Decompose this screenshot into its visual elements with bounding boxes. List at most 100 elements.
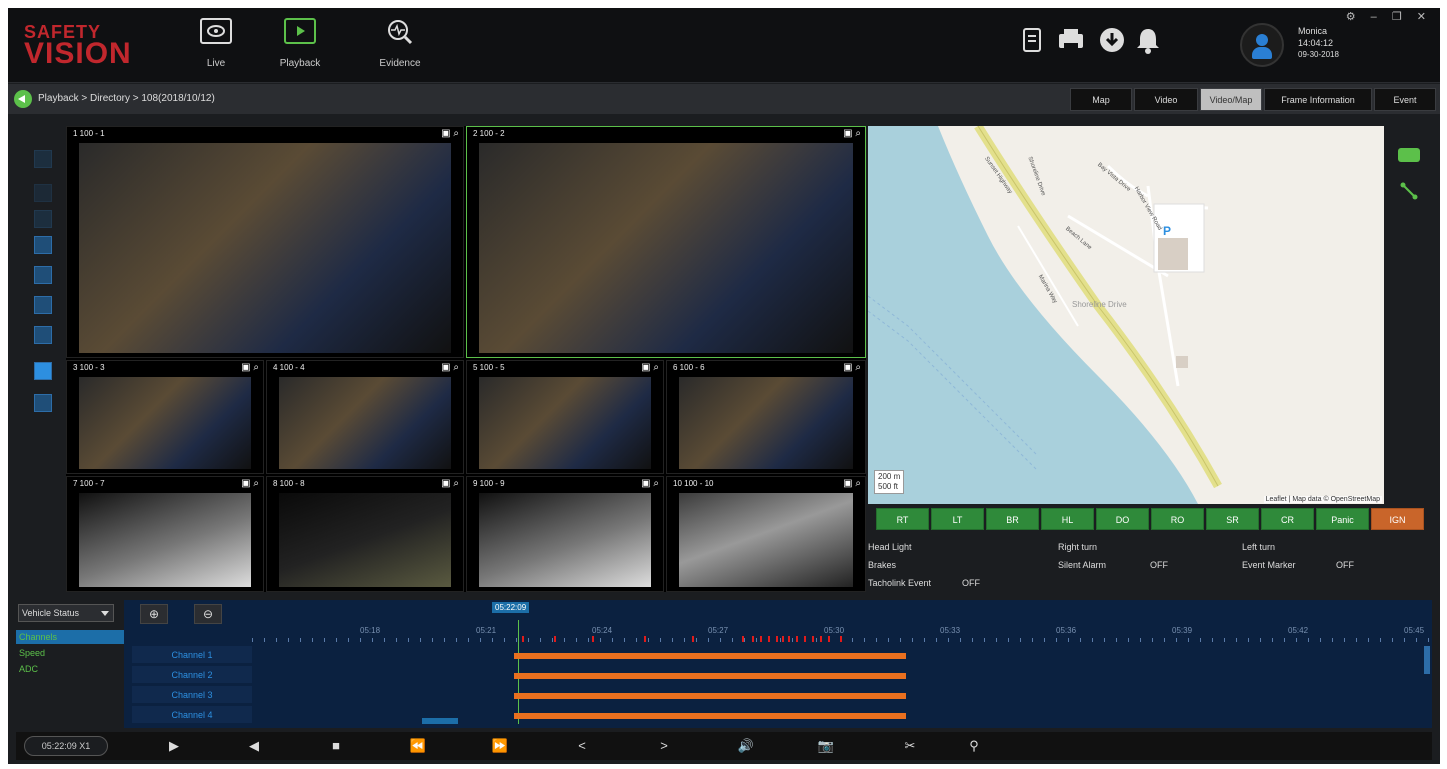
printer-icon[interactable] xyxy=(1056,26,1083,56)
timeline-item-speed[interactable]: Speed xyxy=(16,646,124,660)
layout-2-icon[interactable] xyxy=(34,210,52,228)
event-marker[interactable] xyxy=(752,636,754,642)
event-marker[interactable] xyxy=(768,636,770,642)
camera-tools-icon[interactable]: ▣ ⌕ xyxy=(843,362,861,373)
status-button-ro[interactable]: RO xyxy=(1151,508,1204,530)
camera-tile-10[interactable]: 10 100 - 10 ▣ ⌕ xyxy=(666,476,866,592)
event-marker[interactable] xyxy=(828,636,830,642)
event-marker[interactable] xyxy=(804,636,806,642)
rewind-icon[interactable]: ⏪ xyxy=(408,737,428,755)
status-button-lt[interactable]: LT xyxy=(931,508,984,530)
fast-forward-icon[interactable]: ⏩ xyxy=(490,737,510,755)
report-icon[interactable] xyxy=(1020,26,1046,56)
event-marker[interactable] xyxy=(820,636,822,642)
download-icon[interactable] xyxy=(1098,26,1124,56)
timeline-item-adc[interactable]: ADC xyxy=(16,662,124,676)
back-icon[interactable] xyxy=(14,90,32,108)
status-button-sr[interactable]: SR xyxy=(1206,508,1259,530)
camera-tile-2[interactable]: 2 100 - 2 ▣ ⌕ xyxy=(466,126,866,358)
camera-tile-9[interactable]: 9 100 - 9 ▣ ⌕ xyxy=(466,476,664,592)
event-marker[interactable] xyxy=(812,636,814,642)
event-marker[interactable] xyxy=(742,636,744,642)
tab-video-map[interactable]: Video/Map xyxy=(1200,88,1262,111)
zoom-out-icon[interactable]: ⊖ xyxy=(194,604,222,624)
layout-6-icon[interactable] xyxy=(34,266,52,284)
prev-frame-icon[interactable]: < xyxy=(572,737,592,755)
snapshot-icon[interactable]: 📷 xyxy=(816,737,836,755)
status-button-do[interactable]: DO xyxy=(1096,508,1149,530)
nav-playback-button[interactable]: Playback xyxy=(270,18,330,80)
location-marker-icon[interactable]: ⚲ xyxy=(964,737,984,755)
volume-icon[interactable]: 🔊 xyxy=(736,737,756,755)
event-marker[interactable] xyxy=(788,636,790,642)
tab-map[interactable]: Map xyxy=(1070,88,1132,111)
fullscreen-icon[interactable] xyxy=(34,150,52,168)
camera-tools-icon[interactable]: ▣ ⌕ xyxy=(441,128,459,139)
layout-1-icon[interactable] xyxy=(34,184,52,202)
camera-tools-icon[interactable]: ▣ ⌕ xyxy=(441,478,459,489)
tab-frame-information[interactable]: Frame Information xyxy=(1264,88,1372,111)
nav-evidence-button[interactable]: Evidence xyxy=(370,18,430,80)
map-attribution[interactable]: Leaflet | Map data © OpenStreetMap xyxy=(1263,496,1382,503)
camera-tile-4[interactable]: 4 100 - 4 ▣ ⌕ xyxy=(266,360,464,474)
camera-tools-icon[interactable]: ▣ ⌕ xyxy=(843,478,861,489)
camera-tools-icon[interactable]: ▣ ⌕ xyxy=(241,478,259,489)
layout-10-icon[interactable] xyxy=(34,362,52,380)
event-marker[interactable] xyxy=(782,636,784,642)
status-button-rt[interactable]: RT xyxy=(876,508,929,530)
camera-tools-icon[interactable]: ▣ ⌕ xyxy=(641,362,659,373)
route-icon[interactable] xyxy=(1400,182,1418,200)
event-marker[interactable] xyxy=(592,636,594,642)
channel-2-recording-bar[interactable] xyxy=(514,673,906,679)
event-marker[interactable] xyxy=(522,636,524,642)
play-icon[interactable]: ▶ xyxy=(164,737,184,755)
layout-9-icon[interactable] xyxy=(34,326,52,344)
camera-tools-icon[interactable]: ▣ ⌕ xyxy=(241,362,259,373)
layout-4-icon[interactable] xyxy=(34,236,52,254)
status-button-hl[interactable]: HL xyxy=(1041,508,1094,530)
event-marker[interactable] xyxy=(796,636,798,642)
bus-icon[interactable] xyxy=(1398,148,1420,162)
timeline-item-channels[interactable]: Channels xyxy=(16,630,124,644)
event-marker[interactable] xyxy=(776,636,778,642)
layout-16-icon[interactable] xyxy=(34,394,52,412)
camera-tools-icon[interactable]: ▣ ⌕ xyxy=(641,478,659,489)
user-profile[interactable]: Monica 14:04:12 09-30-2018 xyxy=(1240,20,1420,70)
next-frame-icon[interactable]: > xyxy=(654,737,674,755)
event-marker[interactable] xyxy=(840,636,842,642)
camera-tools-icon[interactable]: ▣ ⌕ xyxy=(441,362,459,373)
zoom-in-icon[interactable]: ⊕ xyxy=(140,604,168,624)
map-view[interactable]: P Shoreline Drive Sunset Highway Shoreli… xyxy=(868,126,1384,504)
event-marker[interactable] xyxy=(760,636,762,642)
stop-icon[interactable]: ■ xyxy=(326,737,346,755)
play-reverse-icon[interactable]: ◀ xyxy=(244,737,264,755)
timeline-horizontal-scrollbar[interactable] xyxy=(422,718,458,724)
status-button-br[interactable]: BR xyxy=(986,508,1039,530)
camera-tools-icon[interactable]: ▣ ⌕ xyxy=(843,128,861,139)
tab-video[interactable]: Video xyxy=(1134,88,1198,111)
timeline-cursor[interactable] xyxy=(518,620,519,724)
window-controls[interactable]: ⚙ – ❐ ✕ xyxy=(1346,10,1432,23)
layout-8-icon[interactable] xyxy=(34,296,52,314)
camera-tile-8[interactable]: 8 100 - 8 ▣ ⌕ xyxy=(266,476,464,592)
channel-4-recording-bar[interactable] xyxy=(514,713,906,719)
nav-live-button[interactable]: Live xyxy=(186,18,246,80)
tab-event[interactable]: Event xyxy=(1374,88,1436,111)
clip-icon[interactable]: ✂ xyxy=(900,737,920,755)
channel-1-recording-bar[interactable] xyxy=(514,653,906,659)
camera-tile-1[interactable]: 1 100 - 1 ▣ ⌕ xyxy=(66,126,464,358)
timeline-vertical-scrollbar[interactable] xyxy=(1424,646,1430,674)
vehicle-status-select[interactable]: Vehicle Status xyxy=(18,604,114,622)
camera-tile-5[interactable]: 5 100 - 5 ▣ ⌕ xyxy=(466,360,664,474)
event-marker[interactable] xyxy=(644,636,646,642)
bell-icon[interactable] xyxy=(1134,26,1160,56)
channel-3-recording-bar[interactable] xyxy=(514,693,906,699)
status-button-panic[interactable]: Panic xyxy=(1316,508,1369,530)
event-marker[interactable] xyxy=(692,636,694,642)
event-marker[interactable] xyxy=(554,636,556,642)
camera-tile-6[interactable]: 6 100 - 6 ▣ ⌕ xyxy=(666,360,866,474)
status-button-cr[interactable]: CR xyxy=(1261,508,1314,530)
status-button-ign[interactable]: IGN xyxy=(1371,508,1424,530)
camera-tile-3[interactable]: 3 100 - 3 ▣ ⌕ xyxy=(66,360,264,474)
camera-tile-7[interactable]: 7 100 - 7 ▣ ⌕ xyxy=(66,476,264,592)
